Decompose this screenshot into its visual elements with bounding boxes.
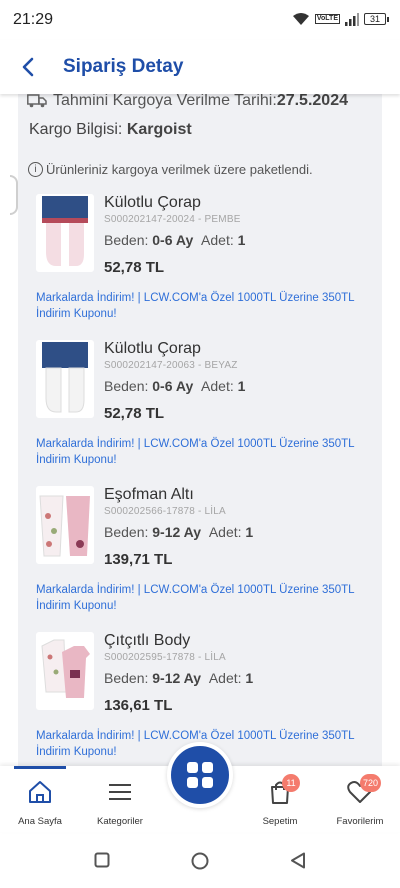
nav-categories[interactable]: Kategoriler (80, 778, 160, 827)
nav-categories-label: Kategoriler (97, 816, 143, 827)
cargo-value: Kargoist (126, 121, 192, 138)
system-nav-bar (0, 832, 400, 888)
favorites-badge: 720 (360, 774, 382, 792)
menu-icon (109, 784, 131, 800)
grid-icon (187, 762, 213, 788)
size-label: Beden: (104, 524, 149, 540)
volte-badge: VoLTE (314, 14, 340, 24)
nav-favorites-label: Favorilerim (336, 816, 384, 827)
status-time: 21:29 (13, 11, 54, 28)
product-price: 136,61 TL (104, 697, 173, 714)
qty-label: Adet: (208, 524, 242, 540)
product-size: Beden: 0-6 Ay Adet: 1 (104, 232, 245, 248)
nav-cart-label: Sepetim (262, 816, 298, 827)
truck-icon (27, 94, 47, 108)
cargo-label: Kargo Bilgisi: (29, 121, 123, 138)
size-label: Beden: (104, 670, 149, 686)
back-button[interactable] (16, 54, 42, 80)
drag-handle[interactable] (10, 175, 18, 215)
product-size: Beden: 9-12 Ay Adet: 1 (104, 670, 253, 686)
home-icon (29, 781, 51, 803)
home-system-button[interactable] (191, 852, 209, 870)
product-image[interactable] (36, 632, 94, 710)
product-image[interactable] (36, 194, 94, 272)
product-image[interactable] (36, 486, 94, 564)
order-item[interactable]: Eşofman Altı S000202566-17878 - LİLA Bed… (18, 482, 382, 628)
status-bar: 21:29 VoLTE 31 (0, 0, 400, 40)
promo-link[interactable]: Markalarda İndirim! | LCW.COM'a Özel 100… (36, 290, 376, 322)
order-item[interactable]: Külotlu Çorap S000202147-20024 - PEMBE B… (18, 190, 382, 336)
product-price: 52,78 TL (104, 259, 165, 276)
product-name[interactable]: Eşofman Altı (104, 486, 194, 504)
nav-home-label: Ana Sayfa (18, 816, 62, 827)
promo-link[interactable]: Markalarda İndirim! | LCW.COM'a Özel 100… (36, 436, 376, 468)
size-label: Beden: (104, 232, 149, 248)
product-price: 139,71 TL (104, 551, 173, 568)
product-code: S000202147-20024 - PEMBE (104, 214, 241, 225)
app-header: Sipariş Detay (0, 40, 400, 94)
chevron-left-icon (22, 57, 34, 77)
qty-label: Adet: (201, 232, 234, 248)
center-grid-button[interactable] (167, 742, 233, 808)
package-info-text: Ürünleriniz kargoya verilmek üzere paket… (46, 162, 313, 177)
battery-icon: 31 (364, 13, 389, 25)
size-value: 9-12 Ay (152, 670, 202, 686)
wifi-icon (292, 13, 309, 25)
shipping-date-label: Tahmini Kargoya Verilme Tarihi: (53, 94, 277, 109)
qty-label: Adet: (201, 378, 234, 394)
nav-cart[interactable]: 11 Sepetim (240, 774, 320, 827)
promo-link[interactable]: Markalarda İndirim! | LCW.COM'a Özel 100… (36, 582, 376, 614)
cart-badge: 11 (282, 774, 300, 792)
nav-active-indicator (14, 766, 66, 769)
qty-value: 1 (237, 232, 246, 248)
bottom-nav: Ana Sayfa Kategoriler 11 Sepetim 720 Fav… (0, 742, 400, 832)
shipping-date-value: 27.5.2024 (276, 94, 348, 109)
status-icons: VoLTE 31 (292, 12, 389, 26)
product-code: S000202147-20063 - BEYAZ (104, 360, 238, 371)
order-detail-panel: Tahmini Kargoya Verilme Tarihi: 27.5.202… (18, 94, 382, 766)
product-image[interactable] (36, 340, 94, 418)
nav-favorites[interactable]: 720 Favorilerim (320, 774, 400, 827)
order-item[interactable]: Külotlu Çorap S000202147-20063 - BEYAZ B… (18, 336, 382, 482)
product-code: S000202595-17878 - LİLA (104, 652, 226, 663)
product-price: 52,78 TL (104, 405, 165, 422)
recent-apps-button[interactable] (94, 852, 110, 868)
product-name[interactable]: Külotlu Çorap (104, 194, 201, 212)
shipping-date-row: Tahmini Kargoya Verilme Tarihi: 27.5.202… (27, 94, 348, 110)
product-name[interactable]: Külotlu Çorap (104, 340, 201, 358)
qty-label: Adet: (208, 670, 242, 686)
product-code: S000202566-17878 - LİLA (104, 506, 226, 517)
qty-value: 1 (245, 524, 254, 540)
qty-value: 1 (245, 670, 254, 686)
page-title: Sipariş Detay (63, 56, 184, 77)
cargo-row: Kargo Bilgisi: Kargoist (29, 121, 192, 139)
size-label: Beden: (104, 378, 149, 394)
product-size: Beden: 0-6 Ay Adet: 1 (104, 378, 245, 394)
product-size: Beden: 9-12 Ay Adet: 1 (104, 524, 253, 540)
product-name[interactable]: Çıtçıtlı Body (104, 632, 190, 650)
package-info: i Ürünleriniz kargoya verilmek üzere pak… (28, 162, 313, 177)
back-system-button[interactable] (290, 852, 306, 869)
signal-icon (345, 12, 359, 26)
info-icon: i (28, 162, 43, 177)
size-value: 0-6 Ay (152, 232, 194, 248)
qty-value: 1 (237, 378, 246, 394)
size-value: 9-12 Ay (152, 524, 202, 540)
nav-home[interactable]: Ana Sayfa (0, 778, 80, 827)
size-value: 0-6 Ay (152, 378, 194, 394)
